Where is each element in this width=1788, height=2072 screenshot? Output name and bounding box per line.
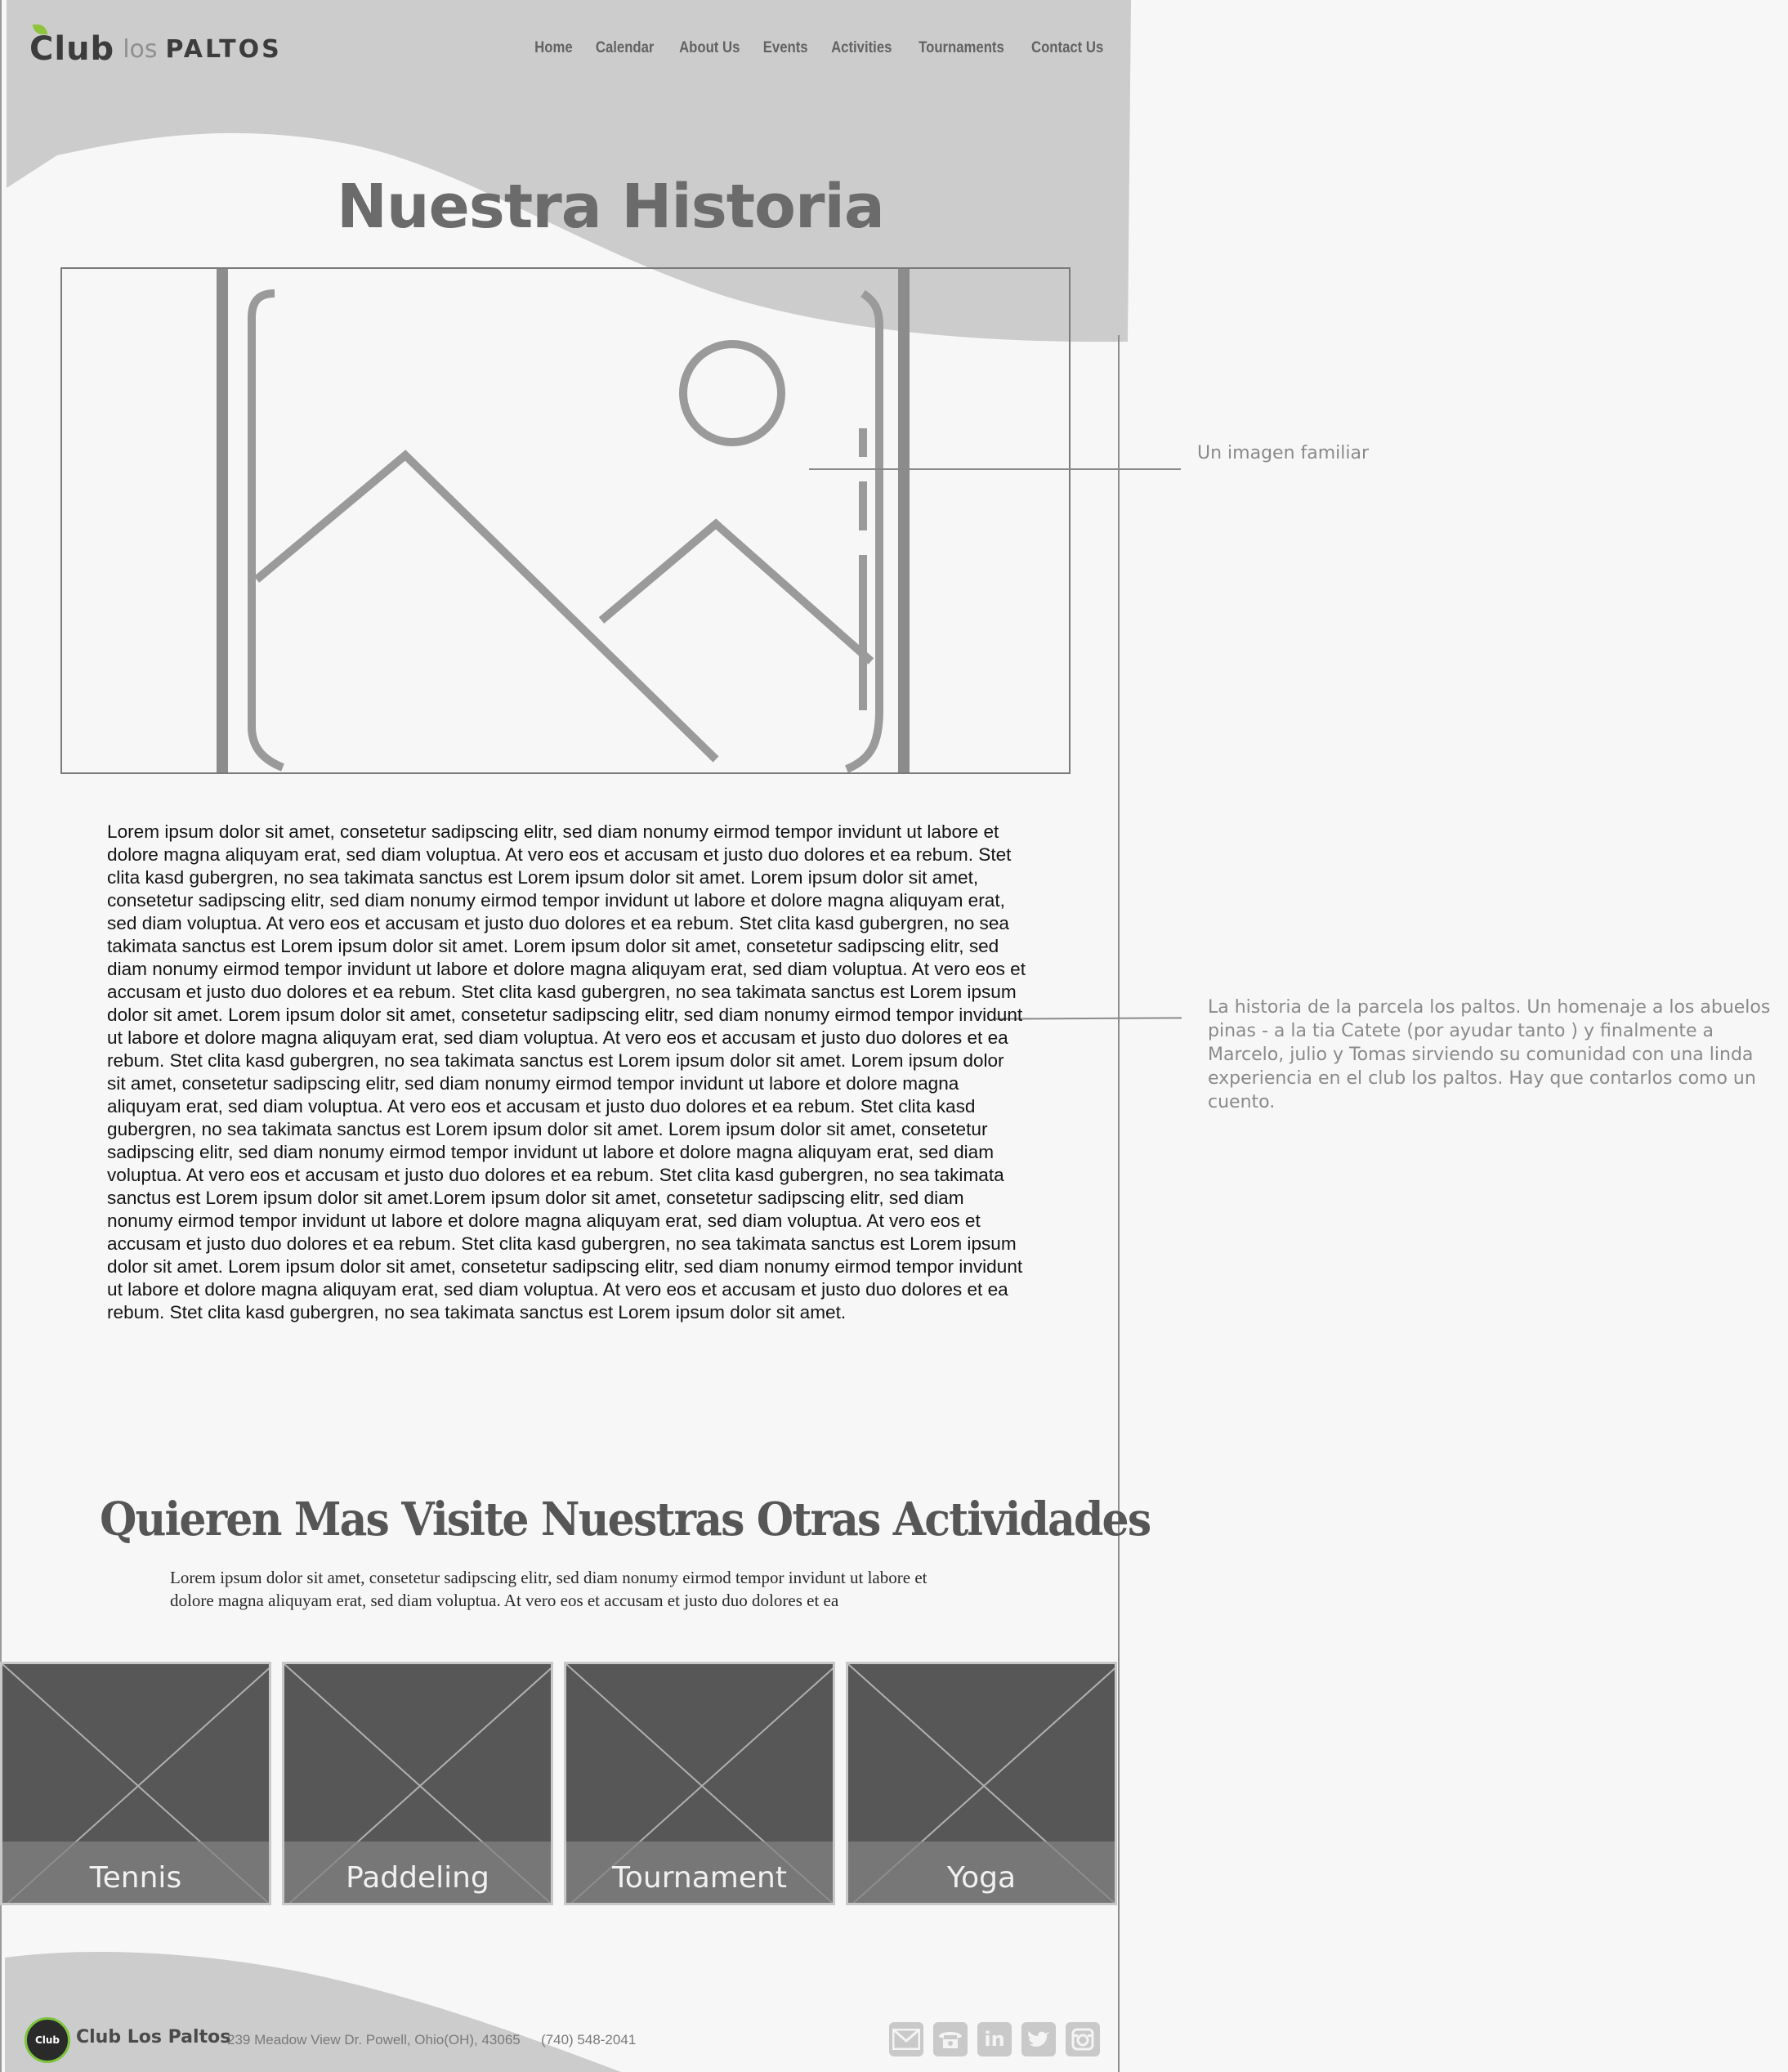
nav-events[interactable]: Events (763, 39, 808, 57)
phone-icon[interactable] (933, 2022, 968, 2056)
logo-los-text: los (123, 34, 158, 64)
activities-intro-text: Lorem ipsum dolor sit amet, consetetur s… (170, 1568, 928, 1610)
activity-card-paddeling[interactable]: Paddeling (282, 1662, 553, 1905)
activity-card-tournament[interactable]: Tournament (564, 1662, 835, 1905)
image-placeholder-icon (217, 269, 910, 772)
nav-activities[interactable]: Activities (831, 39, 892, 57)
nav-about-us[interactable]: About Us (679, 39, 740, 57)
page-right-divider (1118, 335, 1120, 2072)
card-label: Tennis (89, 1861, 182, 1895)
activity-card-yoga[interactable]: Yoga (846, 1662, 1117, 1905)
story-body-text: Lorem ipsum dolor sit amet, consetetur s… (107, 821, 1026, 1322)
card-label: Yoga (946, 1861, 1017, 1895)
footer-brand-name: Club Los Paltos (76, 2027, 231, 2047)
twitter-icon[interactable] (1021, 2022, 1056, 2056)
footer-phone: (740) 548-2041 (541, 2032, 637, 2047)
page-title: Nuestra Historia (337, 172, 885, 242)
footer-address: 239 Meadow View Dr. Powell, Ohio(OH), 43… (227, 2032, 521, 2047)
site-logo[interactable]: Club los PALTOS (29, 25, 282, 68)
nav-contact-us[interactable]: Contact Us (1031, 39, 1103, 57)
story-annotation: La historia de la parcela los paltos. Un… (1208, 997, 1771, 1112)
activity-card-tennis[interactable]: Tennis (0, 1662, 271, 1905)
hero-image-placeholder (60, 267, 1071, 774)
instagram-icon[interactable] (1066, 2022, 1100, 2056)
main-nav: Home Calendar About Us Events Activities… (532, 39, 1108, 57)
activities-title: Quieren Mas Visite Nuestras Otras Activi… (100, 1492, 1151, 1546)
footer-logo[interactable]: Club (25, 2017, 70, 2063)
card-label: Tournament (612, 1861, 787, 1895)
card-label: Paddeling (346, 1861, 489, 1895)
nav-home[interactable]: Home (535, 39, 573, 57)
footer-logo-text: Club (34, 2034, 60, 2046)
nav-calendar[interactable]: Calendar (596, 39, 655, 57)
mail-icon[interactable] (889, 2022, 923, 2056)
image-annotation: Un imagen familiar (1197, 443, 1370, 463)
logo-paltos-text: PALTOS (165, 34, 282, 64)
logo-club-text: Club (29, 30, 115, 68)
nav-tournaments[interactable]: Tournaments (919, 39, 1004, 57)
image-note-leader (809, 468, 1181, 470)
linkedin-icon[interactable]: in (977, 2022, 1012, 2056)
